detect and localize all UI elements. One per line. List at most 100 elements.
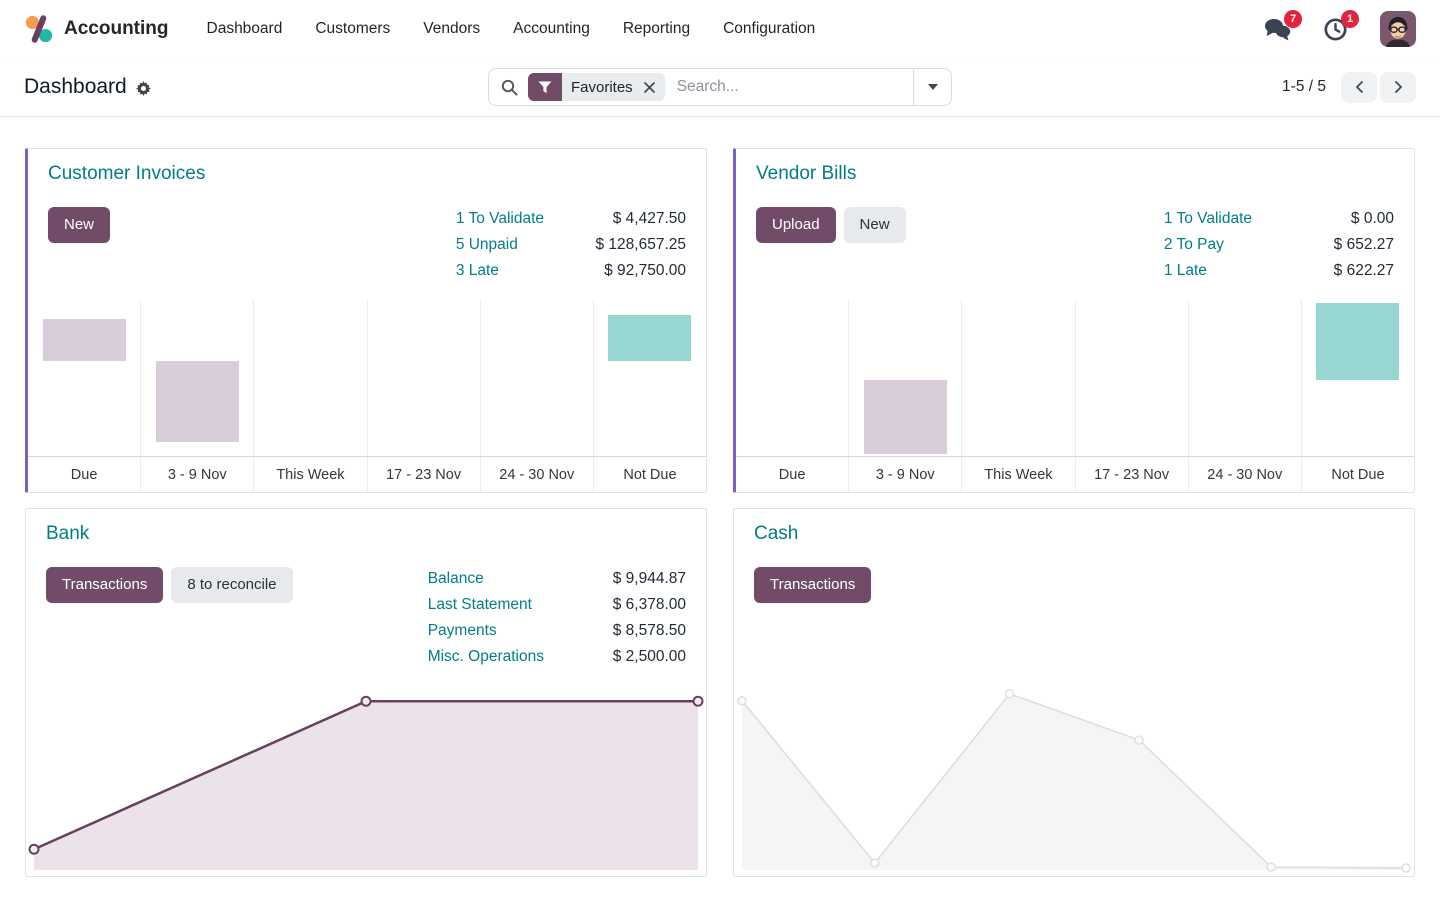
chart-column: [594, 300, 706, 456]
x-axis-label: This Week: [962, 457, 1075, 492]
messages-button[interactable]: 7: [1264, 17, 1291, 41]
stat-late[interactable]: 1 Late: [1164, 258, 1282, 284]
menu-accounting[interactable]: Accounting: [513, 20, 590, 38]
upload-bill-button[interactable]: Upload: [756, 207, 836, 243]
search-icon: [501, 79, 518, 96]
x-axis-label: 3 - 9 Nov: [141, 457, 254, 492]
caret-down-icon: [928, 84, 938, 90]
main-menu: Dashboard Customers Vendors Accounting R…: [207, 20, 816, 38]
bar-chart-plot: [28, 300, 706, 456]
control-panel: Dashboard Favorites: [0, 58, 1440, 117]
bank-card: Bank Transactions 8 to reconcile Balance…: [25, 508, 707, 877]
journal-dashboard: Customer Invoices New 1 To Validate $ 4,…: [0, 117, 1440, 900]
vendor-bills-chart: Due3 - 9 NovThis Week17 - 23 Nov24 - 30 …: [736, 300, 1414, 492]
x-axis-label: Not Due: [594, 457, 706, 492]
new-invoice-button[interactable]: New: [48, 207, 110, 243]
search-input[interactable]: [665, 78, 913, 96]
chart-column: [962, 300, 1075, 456]
chart-bar: [608, 315, 691, 361]
chart-column: [1302, 300, 1414, 456]
stat-late-amount: $ 622.27: [1282, 258, 1394, 284]
breadcrumb: Dashboard: [24, 75, 151, 99]
stat-late[interactable]: 3 Late: [456, 258, 574, 284]
activities-button[interactable]: 1: [1323, 17, 1348, 42]
reconcile-button[interactable]: 8 to reconcile: [171, 567, 292, 603]
x-axis-label: 24 - 30 Nov: [1189, 457, 1302, 492]
chart-bar: [864, 380, 947, 454]
page-title: Dashboard: [24, 75, 127, 99]
x-axis-label: Due: [28, 457, 141, 492]
x-axis-label: 24 - 30 Nov: [481, 457, 594, 492]
x-axis-label: This Week: [254, 457, 367, 492]
x-axis-label: Not Due: [1302, 457, 1414, 492]
bar-chart-plot: [736, 300, 1414, 456]
pager-next-button[interactable]: [1380, 72, 1416, 103]
stat-balance-amount: $ 9,944.87: [574, 566, 686, 592]
menu-customers[interactable]: Customers: [315, 20, 390, 38]
pager: 1-5 / 5: [1282, 72, 1416, 103]
customer-invoices-chart: Due3 - 9 NovThis Week17 - 23 Nov24 - 30 …: [28, 300, 706, 492]
stat-to-pay[interactable]: 2 To Pay: [1164, 232, 1282, 258]
chart-column: [736, 300, 849, 456]
stat-to-pay-amount: $ 652.27: [1282, 232, 1394, 258]
gear-icon[interactable]: [136, 81, 151, 96]
x-axis-label: Due: [736, 457, 849, 492]
stat-last-statement[interactable]: Last Statement: [428, 592, 574, 618]
facet-remove-icon[interactable]: [642, 82, 665, 93]
vendor-bills-card: Vendor Bills Upload New 1 To Validate $ …: [733, 148, 1415, 493]
stat-to-validate[interactable]: 1 To Validate: [456, 206, 574, 232]
pager-range: 1-5 / 5: [1282, 78, 1326, 96]
stat-unpaid[interactable]: 5 Unpaid: [456, 232, 574, 258]
x-axis-label: 3 - 9 Nov: [849, 457, 962, 492]
chart-column: [141, 300, 254, 456]
customer-invoices-title[interactable]: Customer Invoices: [48, 163, 686, 185]
chevron-right-icon: [1392, 80, 1405, 94]
bank-balance-chart: [34, 688, 698, 870]
cash-transactions-button[interactable]: Transactions: [754, 567, 871, 603]
stat-late-amount: $ 92,750.00: [574, 258, 686, 284]
cash-card: Cash Transactions: [733, 508, 1415, 877]
bank-transactions-button[interactable]: Transactions: [46, 567, 163, 603]
new-bill-button[interactable]: New: [844, 207, 906, 243]
stat-misc-operations[interactable]: Misc. Operations: [428, 644, 574, 670]
user-avatar[interactable]: [1380, 11, 1416, 47]
chart-column: [849, 300, 962, 456]
vendor-bills-title[interactable]: Vendor Bills: [756, 163, 1394, 185]
search-options-toggle[interactable]: [913, 69, 951, 105]
top-navbar: Accounting Dashboard Customers Vendors A…: [0, 0, 1440, 58]
stat-payments[interactable]: Payments: [428, 618, 574, 644]
pager-previous-button[interactable]: [1341, 72, 1377, 103]
accounting-app-icon: [24, 14, 54, 44]
cash-balance-chart: [742, 688, 1406, 870]
app-switcher[interactable]: Accounting: [24, 14, 169, 44]
chart-column: [1076, 300, 1189, 456]
chart-column: [481, 300, 594, 456]
menu-vendors[interactable]: Vendors: [423, 20, 480, 38]
cash-title[interactable]: Cash: [754, 523, 1394, 545]
messages-badge: 7: [1284, 10, 1302, 28]
chart-column: [1189, 300, 1302, 456]
x-axis-label: 17 - 23 Nov: [368, 457, 481, 492]
bank-title[interactable]: Bank: [46, 523, 686, 545]
search-bar: Favorites: [488, 68, 952, 106]
chart-bar: [1316, 303, 1399, 380]
customer-invoices-stats: 1 To Validate $ 4,427.50 5 Unpaid $ 128,…: [456, 206, 686, 284]
stat-last-statement-amount: $ 6,378.00: [574, 592, 686, 618]
app-name: Accounting: [64, 18, 169, 40]
favorites-facet[interactable]: Favorites: [528, 73, 665, 101]
systray: 7 1: [1264, 11, 1416, 47]
vendor-bills-stats: 1 To Validate $ 0.00 2 To Pay $ 652.27 1…: [1164, 206, 1394, 284]
chevron-left-icon: [1353, 80, 1366, 94]
stat-to-validate[interactable]: 1 To Validate: [1164, 206, 1282, 232]
activities-badge: 1: [1341, 10, 1359, 28]
filter-funnel-icon: [528, 73, 562, 101]
menu-dashboard[interactable]: Dashboard: [207, 20, 283, 38]
chart-column: [28, 300, 141, 456]
stat-balance[interactable]: Balance: [428, 566, 574, 592]
menu-reporting[interactable]: Reporting: [623, 20, 690, 38]
customer-invoices-card: Customer Invoices New 1 To Validate $ 4,…: [25, 148, 707, 493]
stat-to-validate-amount: $ 0.00: [1282, 206, 1394, 232]
menu-configuration[interactable]: Configuration: [723, 20, 815, 38]
chart-column: [368, 300, 481, 456]
stat-misc-operations-amount: $ 2,500.00: [574, 644, 686, 670]
